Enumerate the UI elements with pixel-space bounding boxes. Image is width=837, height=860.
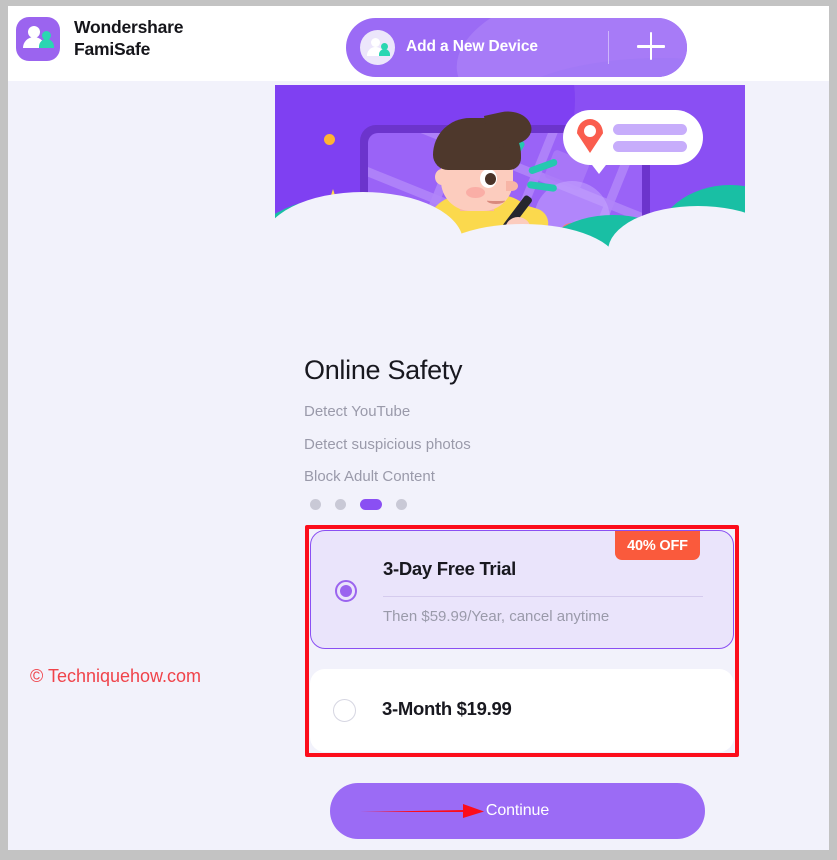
app-header: Wondershare FamiSafe Add a New Device [8,6,829,81]
bubble-text-line [613,124,687,135]
logo-child-body [39,39,54,48]
page-title: Online Safety [304,355,463,385]
location-pin-hole [584,125,596,137]
radio-three-month-unselected[interactable] [333,699,356,722]
feature-item: Detect YouTube [304,403,411,420]
brand-line-2: FamiSafe [74,39,151,59]
carousel-pagination[interactable] [310,499,407,510]
bubble-text-line [613,141,687,152]
plus-icon[interactable] [637,32,667,62]
boy-ear [435,169,449,185]
discount-badge: 40% OFF [615,531,700,560]
family-avatar-icon [360,30,395,65]
watermark: © Techniquehow.com [30,666,202,686]
family-logo-icon [16,17,60,61]
boy-pupil [485,173,496,185]
radio-fill [340,585,352,597]
add-new-device-label: Add a New Device [406,38,538,55]
foreground-scallop [608,206,788,296]
brand-line-1: Wondershare [74,17,184,38]
boy-nose [506,181,518,191]
pagination-dot-1[interactable] [310,499,321,510]
add-new-device-button[interactable]: Add a New Device [346,18,687,77]
bubble-tail [589,161,609,174]
brand-name: Wondershare FamiSafe [74,17,184,60]
plan-divider [383,596,703,597]
foreground-scallop [428,224,618,304]
button-divider [608,31,609,64]
avatar-child-body [379,49,390,56]
boy-cheek [466,187,485,198]
pagination-dot-2[interactable] [335,499,346,510]
app-window: Wondershare FamiSafe Add a New Device On… [8,6,829,850]
avatar-parent-head [371,38,380,47]
continue-button[interactable]: Continue [330,783,705,839]
plan-subtitle: Then $59.99/Year, cancel anytime [383,608,610,625]
feature-item: Block Adult Content [304,468,435,485]
pagination-dot-3-active[interactable] [360,499,382,510]
brand: Wondershare FamiSafe [16,17,184,61]
orange-dot-decoration [324,134,335,145]
plan-title: 3-Month $19.99 [382,698,512,719]
plan-option-three-month[interactable]: 3-Month $19.99 [310,669,734,752]
radio-free-trial-selected[interactable] [335,580,357,602]
pagination-dot-4[interactable] [396,499,407,510]
feature-item: Detect suspicious photos [304,436,471,453]
plan-title: 3-Day Free Trial [383,558,516,579]
location-notification-bubble [563,110,703,165]
boy-mouth [487,197,505,204]
